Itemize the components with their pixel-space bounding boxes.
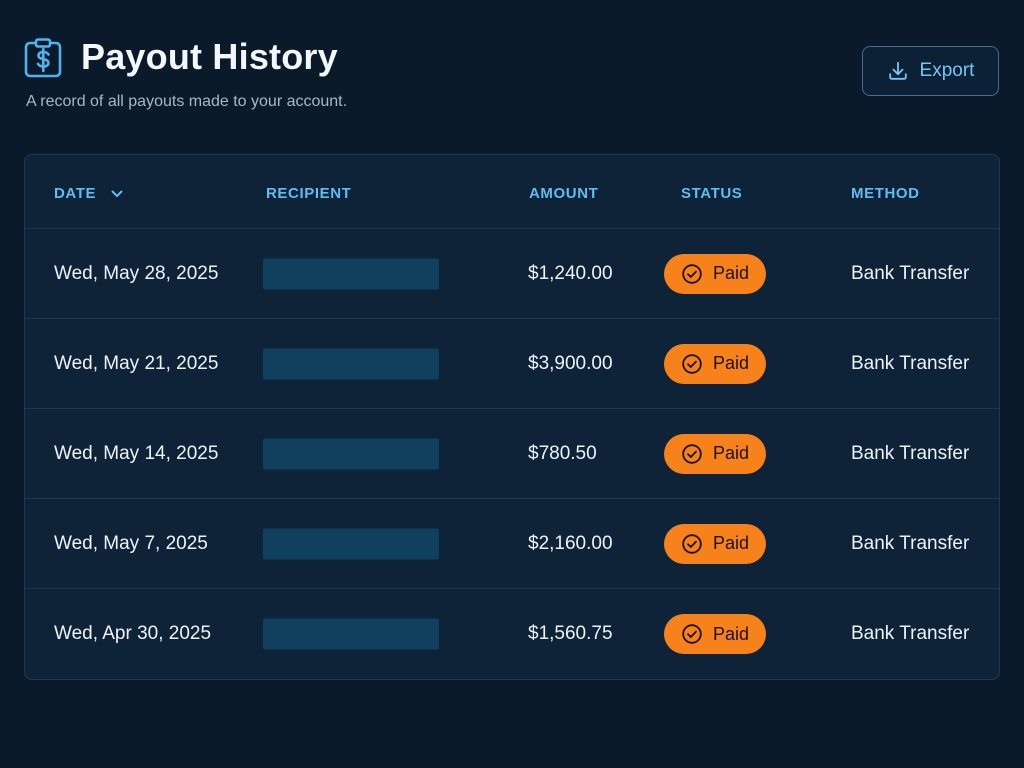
payout-method: Bank Transfer	[851, 442, 970, 464]
recipient-redacted	[263, 258, 439, 289]
recipient-redacted	[263, 438, 439, 469]
status-badge: Paid	[664, 614, 766, 654]
payout-amount: $780.50	[528, 442, 597, 464]
table-row: Wed, May 14, 2025 $780.50 Paid Bank Tran…	[25, 409, 999, 499]
status-badge: Paid	[664, 343, 766, 384]
payout-method: Bank Transfer	[851, 262, 970, 284]
table-row: Wed, May 28, 2025 $1,240.00 Paid Bank Tr…	[25, 229, 999, 319]
payout-amount: $2,160.00	[528, 532, 613, 554]
column-header-date-label: DATE	[54, 185, 97, 202]
payout-amount: $1,240.00	[528, 262, 613, 284]
check-circle-icon	[682, 624, 702, 644]
payout-amount: $3,900.00	[528, 352, 613, 374]
payout-history-page: Payout History A record of all payouts m…	[0, 0, 1024, 768]
check-circle-icon	[682, 353, 702, 374]
table-row: Wed, May 7, 2025 $2,160.00 Paid Bank Tra…	[25, 499, 999, 589]
check-circle-icon	[682, 533, 702, 554]
check-circle-icon	[682, 443, 702, 464]
status-label: Paid	[712, 443, 750, 463]
status-label: Paid	[712, 263, 750, 283]
status-label: Paid	[712, 623, 750, 644]
status-label: Paid	[712, 353, 750, 373]
recipient-redacted	[263, 348, 439, 379]
payout-method: Bank Transfer	[851, 623, 970, 644]
status-label: Paid	[712, 533, 750, 553]
status-badge: Paid	[664, 523, 766, 564]
column-header-status: STATUS	[681, 185, 743, 202]
table-row: Wed, Apr 30, 2025 $1,560.75 Paid Bank Tr…	[25, 589, 999, 679]
payout-date: Wed, May 7, 2025	[54, 532, 208, 554]
payout-date: Wed, Apr 30, 2025	[54, 623, 212, 644]
check-circle-icon	[682, 263, 702, 284]
chevron-down-icon	[111, 190, 123, 197]
column-header-amount: AMOUNT	[529, 185, 599, 202]
recipient-redacted	[263, 618, 439, 650]
column-header-recipient: RECIPIENT	[266, 185, 352, 202]
status-badge: Paid	[664, 253, 766, 294]
export-button[interactable]: Export	[862, 46, 999, 96]
download-icon	[888, 61, 907, 80]
payout-date: Wed, May 14, 2025	[54, 442, 219, 464]
page-subtitle: A record of all payouts made to your acc…	[26, 93, 348, 110]
recipient-redacted	[263, 528, 439, 559]
payout-date: Wed, May 21, 2025	[54, 352, 219, 374]
payout-method: Bank Transfer	[851, 532, 970, 554]
payout-clipboard-dollar-icon	[24, 38, 62, 78]
export-button-label: Export	[919, 60, 975, 81]
payout-date: Wed, May 28, 2025	[54, 262, 219, 284]
table-row: Wed, May 21, 2025 $3,900.00 Paid Bank Tr…	[25, 319, 999, 409]
status-badge: Paid	[664, 433, 766, 474]
table-header: DATE RECIPIENT AMOUNT STATUS METHOD	[25, 155, 999, 229]
payout-table: DATE RECIPIENT AMOUNT STATUS METHOD Wed,…	[24, 154, 1000, 680]
column-header-date[interactable]: DATE	[54, 185, 124, 202]
payout-method: Bank Transfer	[851, 352, 970, 374]
column-header-method: METHOD	[851, 185, 920, 202]
payout-amount: $1,560.75	[528, 623, 613, 644]
page-title: Payout History	[81, 36, 338, 77]
